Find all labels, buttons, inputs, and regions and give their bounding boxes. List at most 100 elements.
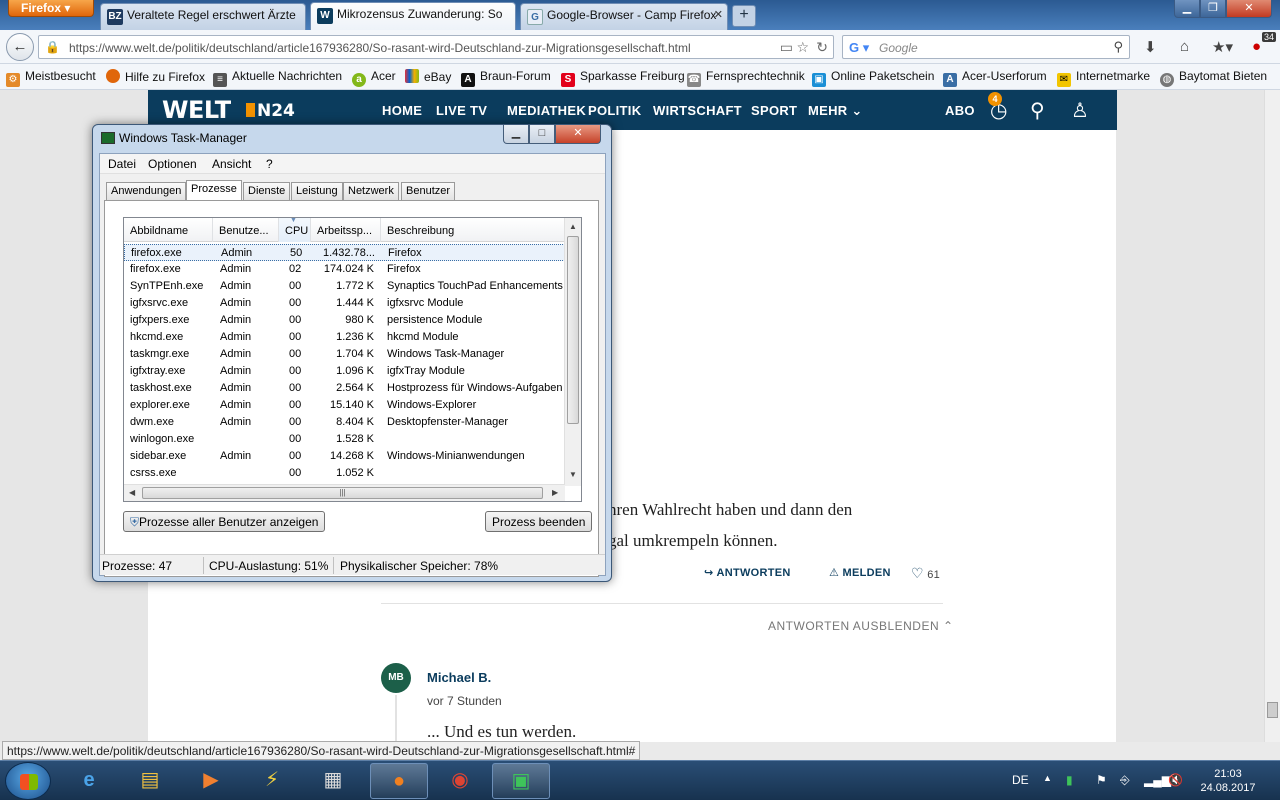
page-scrollbar[interactable]: [1264, 90, 1280, 742]
n24-logo[interactable]: N24: [246, 101, 295, 121]
report-button[interactable]: ⚠ MELDEN: [829, 566, 891, 579]
user-icon[interactable]: ♙: [1071, 98, 1089, 123]
process-row[interactable]: sidebar.exe Admin 00 14.268 K Windows-Minian…: [124, 448, 565, 465]
tab-camp-firefox[interactable]: G Google-Browser - Camp Firefox ✕: [520, 3, 728, 30]
hide-replies-link[interactable]: ANTWORTEN AUSBLENDEN ⌃: [768, 619, 954, 633]
process-row[interactable]: explorer.exe Admin 00 15.140 K Windows-Explo…: [124, 397, 565, 414]
scrollbar-thumb[interactable]: [567, 236, 579, 424]
bookmark-item[interactable]: ◍ Baytomat Bieten: [1160, 69, 1267, 87]
process-row[interactable]: firefox.exe Admin 02 174.024 K Firefox: [124, 261, 565, 278]
tab-anwendungen[interactable]: Anwendungen: [106, 182, 187, 200]
process-row[interactable]: SynTPEnh.exe Admin 00 1.772 K Synaptics Touc…: [124, 278, 565, 295]
list-scrollbar[interactable]: ▲ ▼: [564, 218, 581, 486]
chrome-icon[interactable]: ◉: [431, 763, 489, 799]
usb-device-icon[interactable]: ⎆: [1120, 773, 1130, 788]
menu-optionen[interactable]: Optionen: [148, 157, 197, 171]
bookmark-star-icon[interactable]: ☆: [796, 39, 809, 56]
reader-view-icon[interactable]: ▭: [780, 39, 793, 56]
column-header[interactable]: Abbildname: [124, 218, 213, 242]
start-button[interactable]: [5, 762, 51, 800]
language-indicator[interactable]: DE: [1012, 773, 1029, 787]
tab-benutzer[interactable]: Benutzer: [401, 182, 456, 200]
scroll-left-icon[interactable]: ◀: [129, 488, 135, 497]
process-row[interactable]: firefox.exe Admin 50 1.432.78... Firefox: [124, 244, 565, 261]
process-row[interactable]: taskmgr.exe Admin 00 1.704 K Windows Task-Ma…: [124, 346, 565, 363]
show-hidden-icons-icon[interactable]: ▲: [1043, 773, 1052, 783]
nav-home[interactable]: HOME: [382, 103, 422, 118]
scroll-down-icon[interactable]: ▼: [569, 470, 577, 479]
tab-dienste[interactable]: Dienste: [243, 182, 291, 200]
tab-leistung[interactable]: Leistung: [291, 182, 343, 200]
home-icon[interactable]: ⌂: [1180, 38, 1189, 55]
column-header[interactable]: Arbeitssp...: [311, 218, 381, 242]
search-icon[interactable]: ⚲: [1030, 98, 1045, 123]
volume-muted-icon[interactable]: 🔇: [1168, 773, 1183, 787]
close-window-icon[interactable]: ✕: [1226, 0, 1272, 18]
scrollbar-thumb[interactable]: |||: [142, 487, 543, 499]
bookmark-item[interactable]: a Acer: [352, 69, 396, 87]
nav-mehr[interactable]: MEHR ⌄: [808, 103, 863, 119]
tab-prozesse[interactable]: Prozesse: [186, 180, 242, 201]
scroll-up-icon[interactable]: ▲: [569, 222, 577, 231]
winamp-icon[interactable]: ⚡: [243, 763, 301, 799]
firefox-menu-button[interactable]: Firefox ▾: [8, 0, 94, 17]
search-icon[interactable]: ⚲: [1113, 39, 1123, 55]
process-row[interactable]: winlogon.exe 00 1.528 K: [124, 431, 565, 448]
nav-politik[interactable]: POLITIK: [588, 103, 641, 118]
nav-wirtschaft[interactable]: WIRTSCHAFT: [653, 103, 742, 118]
internet-explorer-icon[interactable]: e: [60, 763, 118, 799]
close-tab-icon[interactable]: ✕: [714, 8, 723, 21]
nav-live-tv[interactable]: LIVE TV: [436, 103, 487, 118]
reply-button[interactable]: ↪ ANTWORTEN: [704, 566, 791, 579]
bookmark-item[interactable]: ▣ Online Paketschein: [812, 69, 934, 87]
process-row[interactable]: hkcmd.exe Admin 00 1.236 K hkcmd Module: [124, 329, 565, 346]
nav-mediathek[interactable]: MEDIATHEK: [507, 103, 586, 118]
system-clock[interactable]: 21:03 24.08.2017: [1196, 767, 1260, 795]
column-header[interactable]: Benutze...: [213, 218, 279, 242]
minimize-icon[interactable]: ▁: [503, 125, 529, 144]
bookmark-item[interactable]: ⚙ Meistbesucht: [6, 69, 96, 87]
avatar[interactable]: MB: [381, 663, 411, 693]
bookmark-item[interactable]: S Sparkasse Freiburg: [561, 69, 685, 87]
url-bar[interactable]: 🔒 https://www.welt.de/politik/deutschlan…: [38, 35, 834, 59]
bookmark-item[interactable]: eBay: [405, 69, 451, 84]
process-row[interactable]: igfxpers.exe Admin 00 980 K persistence Modu…: [124, 312, 565, 329]
maximize-icon[interactable]: □: [529, 125, 555, 144]
scrollbar-thumb[interactable]: [1267, 702, 1278, 718]
notepad-icon[interactable]: ▦: [304, 763, 362, 799]
process-row[interactable]: dwm.exe Admin 00 8.404 K Desktopfenster-Mana…: [124, 414, 565, 431]
process-row[interactable]: igfxsrvc.exe Admin 00 1.444 K igfxsrvc Modul…: [124, 295, 565, 312]
menu-help[interactable]: ?: [266, 157, 273, 171]
action-center-flag-icon[interactable]: ⚑: [1096, 773, 1107, 787]
like-button[interactable]: ♡ 61: [911, 565, 940, 582]
reload-icon[interactable]: ↻: [816, 39, 828, 56]
tab-netzwerk[interactable]: Netzwerk: [343, 182, 399, 200]
nav-sport[interactable]: SPORT: [751, 103, 797, 118]
menu-ansicht[interactable]: Ansicht: [212, 157, 251, 171]
tab-bz-article[interactable]: BZ Veraltete Regel erschwert Ärzte: [100, 3, 306, 30]
close-window-icon[interactable]: ✕: [555, 125, 601, 144]
show-all-users-button[interactable]: ⛨Prozesse aller Benutzer anzeigen: [123, 511, 326, 532]
battery-icon[interactable]: ▮: [1066, 773, 1073, 787]
restore-icon[interactable]: ❐: [1200, 0, 1226, 18]
abo-link[interactable]: ABO: [945, 103, 975, 118]
media-player-icon[interactable]: ▶: [182, 763, 240, 799]
search-bar[interactable]: G ▾ Google ⚲: [842, 35, 1130, 59]
download-icon[interactable]: ⬇: [1144, 38, 1157, 56]
column-header[interactable]: Beschreibung: [381, 218, 565, 242]
end-process-button[interactable]: Prozess beenden: [485, 511, 593, 532]
network-icon[interactable]: ▂▄▆: [1144, 773, 1171, 787]
column-header[interactable]: CPU ▼: [279, 218, 311, 242]
list-hscrollbar[interactable]: ◀ ||| ▶: [124, 484, 565, 501]
process-list[interactable]: Abbildname Benutze... CPU ▼ Arbeitssp... …: [123, 217, 582, 502]
bookmark-item[interactable]: Hilfe zu Firefox: [106, 69, 205, 84]
scroll-right-icon[interactable]: ▶: [552, 488, 558, 497]
process-row[interactable]: csrss.exe 00 1.052 K: [124, 465, 565, 482]
menu-datei[interactable]: Datei: [108, 157, 136, 171]
new-tab-button[interactable]: +: [732, 5, 756, 27]
process-row[interactable]: igfxtray.exe Admin 00 1.096 K igfxTray Modul…: [124, 363, 565, 380]
bookmark-item[interactable]: ≡ Aktuelle Nachrichten: [213, 69, 342, 87]
bookmark-item[interactable]: ✉ Internetmarke: [1057, 69, 1150, 87]
bookmarks-menu-icon[interactable]: ★▾: [1212, 38, 1233, 56]
tab-welt-article[interactable]: W Mikrozensus Zuwanderung: So: [310, 2, 516, 30]
